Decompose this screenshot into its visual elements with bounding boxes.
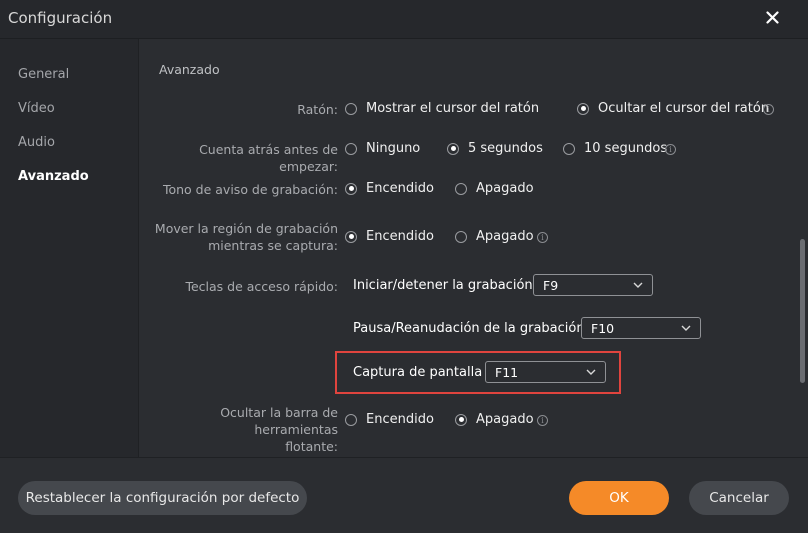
sidebar-item-avanzado[interactable]: Avanzado [18,169,89,184]
radio-indicator [447,142,459,155]
radio-indicator [455,182,467,195]
move-region-on-radio[interactable]: Encendido [345,229,434,244]
radio-indicator [345,413,357,426]
reset-defaults-button[interactable]: Restablecer la configuración por defecto [18,481,307,515]
move-region-label-line2: mientras se captura: [208,238,338,253]
beep-on-radio[interactable]: Encendido [345,181,434,196]
countdown-5s-label: 5 segundos [468,141,543,156]
move-region-off-label: Apagado [476,229,534,244]
hide-toolbar-label: Ocultar la barra de herramientas flotant… [139,404,338,455]
mouse-show-label: Mostrar el cursor del ratón [366,101,540,116]
info-icon[interactable]: i [763,104,774,115]
mouse-label: Ratón: [297,102,338,117]
title-bar: Configuración [0,0,808,39]
countdown-10s-label: 10 segundos [584,141,668,156]
countdown-none-label: Ninguno [366,141,421,156]
section-title: Avanzado [159,62,220,77]
info-icon[interactable]: i [537,232,548,243]
hotkey-start-stop-label: Iniciar/detener la grabación [353,278,533,293]
countdown-none-radio[interactable]: Ninguno [345,141,420,156]
beep-label: Tono de aviso de grabación: [162,182,338,197]
window-title: Configuración [8,9,113,27]
beep-on-label: Encendido [366,181,434,196]
footer: Restablecer la configuración por defecto… [0,457,808,533]
radio-indicator [455,413,467,426]
chevron-down-icon [586,369,596,375]
hotkey-pause-value: F10 [591,321,615,336]
info-icon[interactable]: i [537,415,548,426]
sidebar-item-video[interactable]: Vídeo [18,101,55,116]
settings-panel: Avanzado Ratón: Mostrar el cursor del ra… [139,39,808,457]
hotkeys-label: Teclas de acceso rápido: [185,279,338,294]
countdown-label: Cuenta atrás antes de empezar: [199,142,338,174]
scrollbar[interactable] [800,239,805,383]
cancel-button[interactable]: Cancelar [689,481,789,515]
hotkey-pause-label: Pausa/Reanudación de la grabación [353,321,585,336]
beep-off-radio[interactable]: Apagado [455,181,534,196]
chevron-down-icon [633,282,643,288]
hide-toolbar-off-label: Apagado [476,412,534,427]
sidebar-item-general[interactable]: General [18,67,69,82]
hide-toolbar-label-line1: Ocultar la barra de herramientas [220,405,338,437]
close-button[interactable] [762,7,782,27]
chevron-down-icon [681,325,691,331]
sidebar-item-audio[interactable]: Audio [18,135,55,150]
ok-button[interactable]: OK [569,481,669,515]
countdown-10s-radio[interactable]: 10 segundos [563,141,667,156]
hotkey-screenshot-select[interactable]: F11 [485,361,606,383]
close-icon [765,10,779,24]
countdown-5s-radio[interactable]: 5 segundos [447,141,543,156]
sidebar: General Vídeo Audio Avanzado [0,39,139,457]
radio-indicator [577,102,589,115]
move-region-label-line1: Mover la región de grabación [154,221,338,236]
move-region-on-label: Encendido [366,229,434,244]
beep-off-label: Apagado [476,181,534,196]
radio-indicator [345,230,357,243]
move-region-label: Mover la región de grabación mientras se… [139,220,338,254]
radio-indicator [345,142,357,155]
move-region-off-radio[interactable]: Apagado [455,229,534,244]
hide-toolbar-on-radio[interactable]: Encendido [345,412,434,427]
mouse-show-radio[interactable]: Mostrar el cursor del ratón [345,101,539,116]
radio-indicator [345,102,357,115]
mouse-hide-label: Ocultar el cursor del ratón [598,101,770,116]
hide-toolbar-off-radio[interactable]: Apagado [455,412,534,427]
info-icon[interactable]: i [665,144,676,155]
hotkey-pause-select[interactable]: F10 [581,317,701,339]
hide-toolbar-on-label: Encendido [366,412,434,427]
radio-indicator [345,182,357,195]
hotkey-start-stop-value: F9 [543,278,559,293]
hotkey-screenshot-value: F11 [495,365,519,380]
radio-indicator [563,142,575,155]
mouse-hide-radio[interactable]: Ocultar el cursor del ratón [577,101,769,116]
radio-indicator [455,230,467,243]
hotkey-screenshot-label: Captura de pantalla [353,365,483,380]
hide-toolbar-label-line2: flotante: [285,439,338,454]
hotkey-start-stop-select[interactable]: F9 [533,274,653,296]
